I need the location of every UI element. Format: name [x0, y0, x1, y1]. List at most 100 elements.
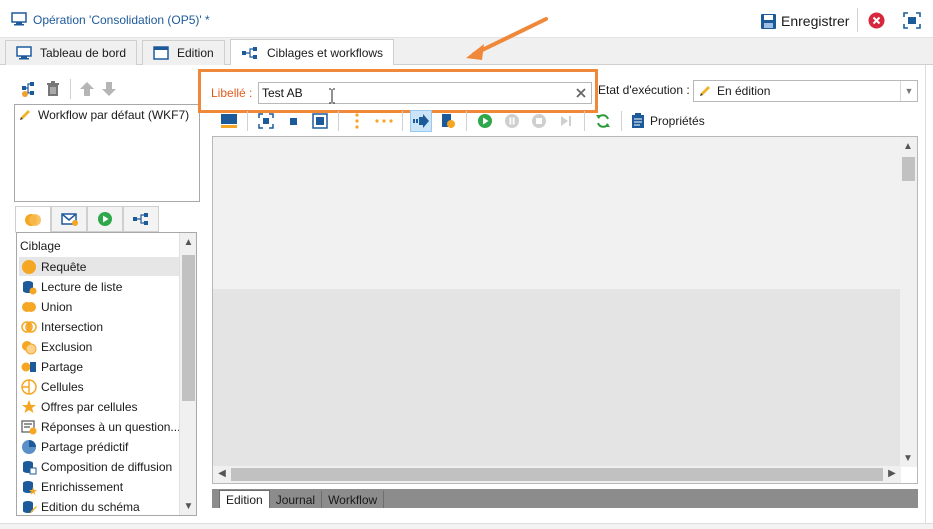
- select-all-button[interactable]: [255, 110, 277, 132]
- workflow-list: Workflow par défaut (WKF7): [14, 104, 200, 202]
- scrollbar-thumb[interactable]: [231, 468, 883, 481]
- tab-dashboard[interactable]: Tableau de bord: [5, 40, 138, 65]
- activity-enrichment[interactable]: Enrichissement: [19, 477, 179, 496]
- fit-button[interactable]: [309, 110, 331, 132]
- label-field[interactable]: [258, 82, 592, 104]
- new-workflow-icon[interactable]: [20, 80, 38, 98]
- activity-cells[interactable]: Cellules: [19, 377, 179, 396]
- tab-workflows[interactable]: Ciblages et workflows: [230, 39, 395, 65]
- scrollbar-thumb[interactable]: [902, 157, 915, 181]
- workflow-canvas[interactable]: ▲ ▼ ◀ ▶: [212, 136, 918, 484]
- scroll-right-icon[interactable]: ▶: [886, 468, 898, 480]
- activity-split[interactable]: Partage: [19, 357, 179, 376]
- chevron-down-icon[interactable]: ▼: [900, 81, 917, 101]
- execution-state-select[interactable]: En édition ▼: [693, 80, 918, 102]
- activity-label: Edition du schéma: [41, 499, 140, 514]
- flow-control-icon: [98, 212, 112, 226]
- pencil-icon: [20, 110, 30, 120]
- activity-union[interactable]: Union: [19, 297, 179, 316]
- workflow-label: Workflow par défaut (WKF7): [38, 108, 190, 122]
- scrollbar-thumb[interactable]: [182, 255, 195, 401]
- layout-icon: [221, 114, 237, 128]
- activity-query[interactable]: Requête: [19, 257, 179, 276]
- clear-icon[interactable]: [574, 86, 588, 100]
- canvas-area-top: [213, 137, 901, 289]
- step-button[interactable]: [555, 110, 577, 132]
- canvas-vertical-scrollbar[interactable]: ▲ ▼: [900, 137, 917, 467]
- pencil-icon: [700, 86, 710, 96]
- activity-cell-offers[interactable]: Offres par cellules: [19, 397, 179, 416]
- scroll-down-icon[interactable]: ▼: [183, 501, 194, 512]
- activity-list-read[interactable]: Lecture de liste: [19, 277, 179, 296]
- refresh-button[interactable]: [592, 110, 614, 132]
- tab-edition[interactable]: Edition: [142, 40, 225, 65]
- move-up-icon[interactable]: [79, 80, 95, 98]
- tab-flow-control[interactable]: [87, 206, 123, 232]
- tab-actions[interactable]: [123, 206, 159, 232]
- palette-section-title: Ciblage: [20, 239, 61, 253]
- label-input[interactable]: [259, 83, 569, 103]
- tab-label: Ciblages et workflows: [267, 45, 384, 60]
- cell-offers-icon: [22, 399, 36, 413]
- stop-icon: [532, 114, 546, 128]
- canvas-horizontal-scrollbar[interactable]: ◀ ▶: [213, 466, 901, 483]
- channels-icon: [61, 213, 78, 226]
- properties-icon: [632, 113, 644, 128]
- tab-edition-bottom[interactable]: Edition: [219, 490, 270, 508]
- workflow-properties-button[interactable]: [437, 110, 459, 132]
- activity-delivery-composition[interactable]: Composition de diffusion: [19, 457, 179, 476]
- activity-schema-edition[interactable]: Edition du schéma: [19, 497, 179, 515]
- activity-label: Requête: [41, 259, 87, 274]
- tab-targeting[interactable]: [15, 206, 51, 233]
- tab-journal[interactable]: Journal: [270, 491, 323, 508]
- close-icon[interactable]: [868, 12, 885, 29]
- delivery-composition-icon: [23, 460, 37, 474]
- tab-channels[interactable]: [51, 206, 87, 232]
- toolbar-separator: [338, 111, 339, 131]
- square-icon: [290, 118, 297, 125]
- activity-label: Composition de diffusion: [41, 459, 173, 474]
- scroll-left-icon[interactable]: ◀: [216, 468, 228, 480]
- activity-exclusion[interactable]: Exclusion: [19, 337, 179, 356]
- properties-button[interactable]: Propriétés: [631, 113, 705, 129]
- activity-survey-answers[interactable]: Réponses à un question...: [19, 417, 180, 436]
- workflow-settings-icon: [442, 114, 455, 128]
- move-down-icon[interactable]: [101, 80, 117, 98]
- targeting-icon: [25, 213, 41, 226]
- intersection-icon: [21, 320, 37, 333]
- vertical-dots-icon: [355, 113, 359, 129]
- stop-button[interactable]: [528, 110, 550, 132]
- edition-icon: [153, 46, 169, 60]
- normal-size-button[interactable]: [282, 110, 304, 132]
- toolbar-separator: [402, 111, 403, 131]
- vertical-layout-button[interactable]: [346, 110, 368, 132]
- scroll-up-icon[interactable]: ▲: [183, 237, 194, 248]
- palette-scrollbar[interactable]: ▲ ▼: [179, 233, 196, 515]
- layout-button[interactable]: [218, 110, 240, 132]
- start-button[interactable]: [474, 110, 496, 132]
- pause-button[interactable]: [501, 110, 523, 132]
- titlebar-separator: [857, 8, 858, 32]
- scroll-down-icon[interactable]: ▼: [902, 453, 914, 465]
- scroll-up-icon[interactable]: ▲: [902, 141, 914, 153]
- save-button[interactable]: Enregistrer: [760, 11, 849, 31]
- activity-predictive-split[interactable]: Partage prédictif: [19, 437, 179, 456]
- activity-label: Enrichissement: [41, 479, 124, 494]
- activity-label: Cellules: [41, 379, 84, 394]
- toolbar-separator: [70, 79, 71, 99]
- schema-edition-icon: [23, 500, 37, 514]
- transition-button[interactable]: [410, 110, 432, 132]
- predictive-split-icon: [22, 439, 36, 454]
- activity-label: Union: [41, 299, 73, 314]
- workflow-icon: [242, 46, 257, 59]
- fit-screen-icon[interactable]: [903, 12, 921, 29]
- activity-label: Partage: [41, 359, 84, 374]
- list-item[interactable]: Workflow par défaut (WKF7): [18, 108, 189, 122]
- activity-intersection[interactable]: Intersection: [19, 317, 179, 336]
- transition-icon: [413, 114, 429, 128]
- workflow-list-toolbar: [14, 76, 204, 102]
- save-label: Enregistrer: [781, 13, 850, 29]
- delete-icon[interactable]: [44, 80, 62, 98]
- horizontal-layout-button[interactable]: [373, 110, 395, 132]
- tab-workflow[interactable]: Workflow: [322, 491, 385, 508]
